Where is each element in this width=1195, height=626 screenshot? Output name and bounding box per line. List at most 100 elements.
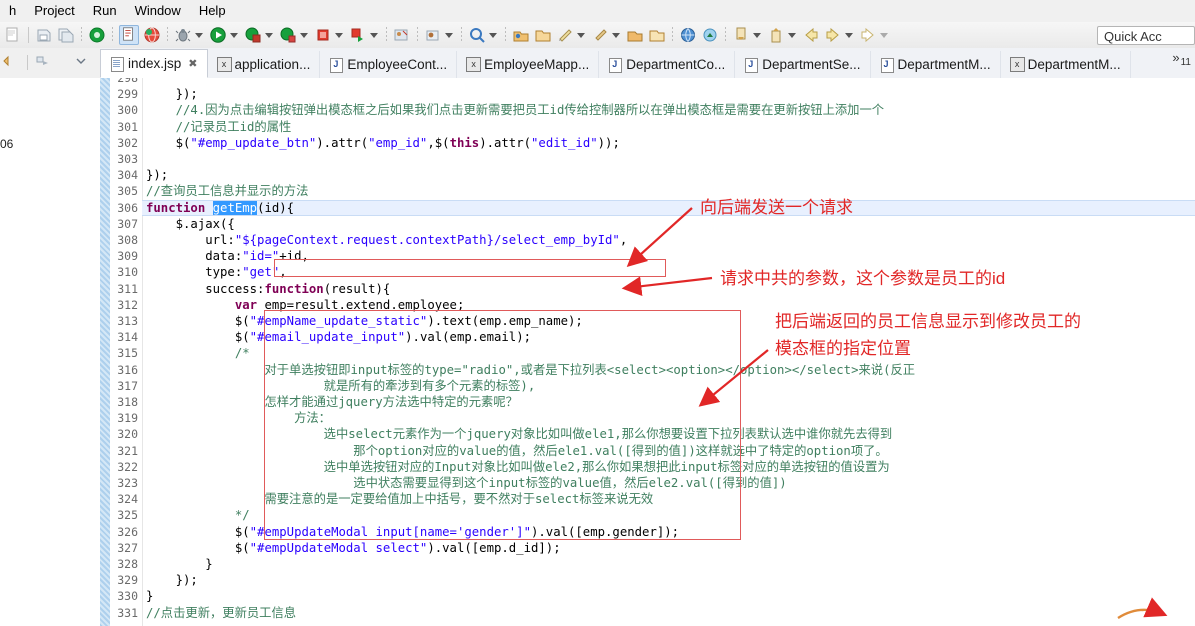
- tab-employee-controller[interactable]: EmployeeCont...: [320, 51, 458, 78]
- back-forward-caret[interactable]: [845, 32, 853, 38]
- export-caret[interactable]: [753, 32, 761, 38]
- code-line: });: [146, 573, 198, 588]
- line-number: 323: [117, 476, 138, 490]
- tab-department-service[interactable]: DepartmentSe...: [735, 51, 871, 78]
- run-icon[interactable]: [209, 26, 227, 44]
- next-annotation-caret[interactable]: [880, 32, 888, 38]
- export-icon[interactable]: [732, 26, 750, 44]
- menu-item-help[interactable]: Help: [190, 0, 235, 22]
- quick-access-input[interactable]: Quick Acc: [1097, 26, 1195, 45]
- tab-label: DepartmentM...: [1027, 57, 1121, 72]
- line-number: 329: [117, 573, 138, 588]
- restore-icon[interactable]: [2, 53, 20, 71]
- line-number: 305: [117, 184, 138, 199]
- code-text-area[interactable]: }); //4.因为点击编辑按钮弹出模态框之后如果我们点击更新需要把员工id传给…: [142, 78, 1195, 626]
- line-number: 298: [117, 78, 138, 85]
- open-task-icon[interactable]: [626, 26, 644, 44]
- line-number: 304: [117, 168, 138, 183]
- line-number: 330: [117, 589, 138, 604]
- xml-file-icon: [216, 56, 232, 72]
- coverage-icon[interactable]: [244, 26, 262, 44]
- menu-item-project[interactable]: Project: [25, 0, 83, 22]
- tab-label: DepartmentSe...: [762, 57, 861, 72]
- tab-department-mapper-xml[interactable]: DepartmentM...: [1001, 51, 1131, 78]
- link-editor-caret[interactable]: [577, 32, 585, 38]
- globe-icon[interactable]: [679, 26, 697, 44]
- toolbar-separator: [28, 27, 29, 43]
- open-resource-icon[interactable]: [512, 26, 530, 44]
- tab-close-icon[interactable]: ✖: [188, 57, 197, 70]
- tab-department-mapper-java[interactable]: DepartmentM...: [871, 51, 1001, 78]
- web-browser-icon[interactable]: [143, 26, 161, 44]
- code-line: //记录员工id的属性: [146, 119, 292, 134]
- debug-icon[interactable]: [174, 26, 192, 44]
- line-number: 321: [117, 443, 138, 458]
- collapse-all-icon[interactable]: [73, 53, 91, 71]
- code-line: 选中状态需要显得到这个input标签的value值，然后ele2.val([得到…: [146, 476, 787, 490]
- back-icon[interactable]: [802, 26, 820, 44]
- line-number: 315: [117, 346, 138, 361]
- new-java-project-icon[interactable]: [393, 26, 411, 44]
- tab-label: DepartmentCo...: [626, 57, 726, 72]
- coverage-dropdown-caret[interactable]: [265, 32, 273, 38]
- menu-item-window[interactable]: Window: [126, 0, 190, 22]
- save-icon[interactable]: [35, 26, 53, 44]
- open-folder-icon[interactable]: [534, 26, 552, 44]
- new-wizard-icon[interactable]: [4, 26, 22, 44]
- link-with-editor-icon[interactable]: [35, 53, 53, 71]
- toolbar-dotted-separator-7: [505, 27, 506, 43]
- tab-application[interactable]: application...: [208, 51, 321, 78]
- line-number: 316: [117, 362, 138, 377]
- code-line: });: [146, 168, 169, 183]
- code-line: 怎样才能通过jquery方法选中特定的元素呢？: [146, 395, 518, 409]
- tab-label: EmployeeMapp...: [484, 57, 590, 72]
- import-caret[interactable]: [788, 32, 796, 38]
- external-tools-caret[interactable]: [370, 32, 378, 38]
- line-number: 306: [117, 200, 138, 215]
- open-type-icon[interactable]: [119, 25, 139, 45]
- debug-dropdown-caret[interactable]: [195, 32, 203, 38]
- line-number: 322: [117, 459, 138, 474]
- pin-editor-caret[interactable]: [612, 32, 620, 38]
- line-number: 324: [117, 492, 138, 507]
- tab-overflow-button[interactable]: »11: [1172, 50, 1191, 68]
- line-number: 313: [117, 314, 138, 328]
- tab-employee-mapper[interactable]: EmployeeMapp...: [457, 51, 600, 78]
- profile-dropdown-caret[interactable]: [300, 32, 308, 38]
- editor-tabs: index.jsp ✖ application... EmployeeCont.…: [100, 48, 1195, 80]
- toolbar-dotted-separator-5: [417, 27, 418, 43]
- new-package-caret[interactable]: [445, 32, 453, 38]
- annotation-send-request: 向后端发送一个请求: [700, 198, 853, 217]
- menu-item-search-partial[interactable]: h: [0, 0, 25, 22]
- line-number: 308: [117, 233, 138, 247]
- toolbar-dotted-separator-2: [112, 27, 113, 43]
- search-icon[interactable]: [468, 26, 486, 44]
- toolbar-dotted-separator: [81, 27, 82, 43]
- code-line: 需要注意的是一定要给值加上中括号，要不然对于select标签来说无效: [146, 492, 654, 507]
- toolbar-dotted-separator-6: [461, 27, 462, 43]
- open-perspective-icon[interactable]: [648, 26, 666, 44]
- run-dropdown-caret[interactable]: [230, 32, 238, 38]
- terminate-dropdown-caret[interactable]: [335, 32, 343, 38]
- external-tools-icon[interactable]: [349, 26, 367, 44]
- code-line: }: [146, 589, 154, 604]
- code-editor[interactable]: 298 299 300 301 302 303 304 305 306 307 308 309 310 3…: [100, 78, 1195, 626]
- left-side-panel: 06: [0, 78, 100, 626]
- save-all-icon[interactable]: [57, 26, 75, 44]
- tab-index-jsp[interactable]: index.jsp ✖: [100, 49, 208, 78]
- profile-icon[interactable]: [279, 26, 297, 44]
- forward-icon[interactable]: [824, 26, 842, 44]
- pin-editor-icon[interactable]: [591, 26, 609, 44]
- import-icon[interactable]: [767, 26, 785, 44]
- code-line: 就是所有的牽涉到有多个元素的标签),: [146, 378, 536, 393]
- run-last-tool-icon[interactable]: [88, 26, 106, 44]
- deploy-icon[interactable]: [701, 26, 719, 44]
- search-dropdown-caret[interactable]: [489, 32, 497, 38]
- menu-item-run[interactable]: Run: [84, 0, 126, 22]
- toolbar-dotted-separator-9: [725, 27, 726, 43]
- tab-department-controller[interactable]: DepartmentCo...: [599, 51, 736, 78]
- link-editor-icon[interactable]: [556, 26, 574, 44]
- new-package-icon[interactable]: [424, 26, 442, 44]
- next-annotation-icon[interactable]: [859, 26, 877, 44]
- terminate-icon[interactable]: [314, 26, 332, 44]
